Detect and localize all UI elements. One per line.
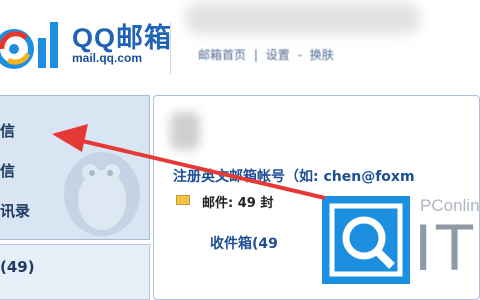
header-divider <box>170 22 171 74</box>
qq-mail-logo-icon[interactable] <box>0 14 64 76</box>
blurred-user-info <box>185 2 420 34</box>
left-nav-panel: 信 信 讯录 <box>0 95 150 240</box>
register-english-account-link[interactable]: 注册英文邮箱帐号（如: chen@foxm <box>173 166 415 186</box>
blurred-avatar <box>170 112 200 150</box>
nav-item-write-mail[interactable]: 信 <box>0 120 15 141</box>
nav-item-receive-mail[interactable]: 信 <box>0 160 15 181</box>
envelope-icon <box>176 195 190 205</box>
inbox-link[interactable]: 收件箱(49 <box>210 233 278 253</box>
mail-count: 邮件: 49 封 <box>202 196 274 211</box>
mail-header: QQ邮箱 mail.qq.com 邮箱首页 | 设置 - 换肤 <box>0 0 480 92</box>
watermark-brand-big: IT <box>414 210 477 284</box>
inbox-folder-count[interactable]: (49) <box>0 258 35 276</box>
header-links: 邮箱首页 | 设置 - 换肤 <box>198 46 338 63</box>
link-separator: - <box>297 48 302 62</box>
link-settings[interactable]: 设置 <box>266 48 290 62</box>
link-separator: | <box>253 48 258 62</box>
link-mail-home[interactable]: 邮箱首页 <box>198 48 246 62</box>
magnifier-icon <box>329 203 403 277</box>
logo-url: mail.qq.com <box>72 51 143 65</box>
qq-penguin-watermark-icon <box>64 152 140 236</box>
watermark-logo-icon <box>322 196 410 284</box>
logo-text: QQ邮箱 <box>72 23 173 53</box>
nav-item-contacts[interactable]: 讯录 <box>0 200 30 221</box>
link-change-skin[interactable]: 换肤 <box>310 48 334 62</box>
